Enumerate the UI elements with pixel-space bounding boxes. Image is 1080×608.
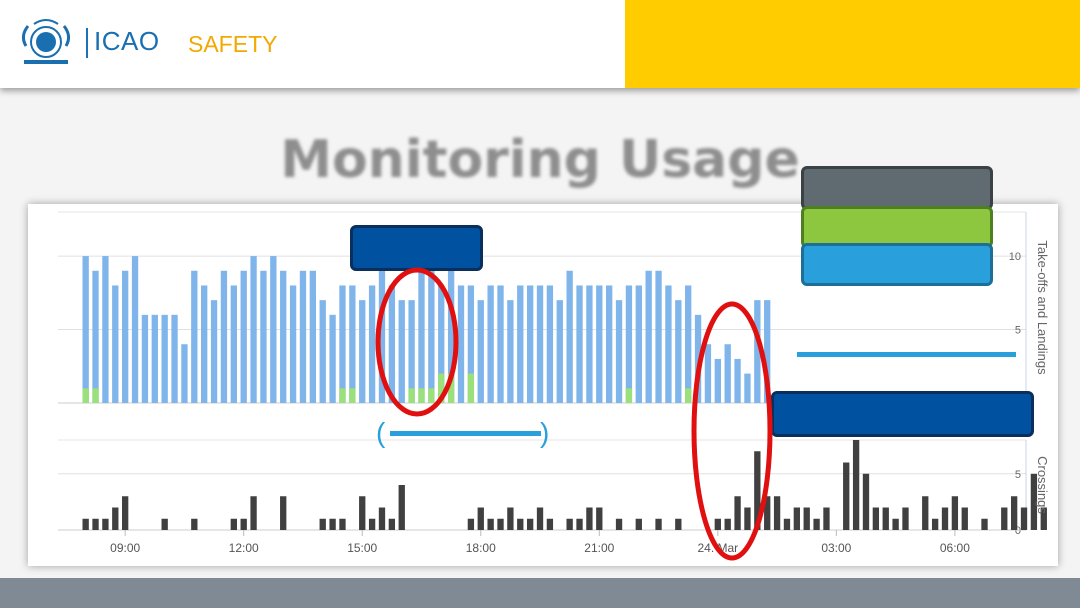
highlight-circle-right <box>691 301 773 561</box>
highlight-circle-left <box>375 267 459 417</box>
overlay-annotations: ( ) <box>375 267 773 561</box>
paren-right: ) <box>540 417 549 448</box>
paren-left: ( <box>376 417 386 448</box>
footer-bar <box>0 578 1080 608</box>
blue-line-center <box>390 431 541 436</box>
